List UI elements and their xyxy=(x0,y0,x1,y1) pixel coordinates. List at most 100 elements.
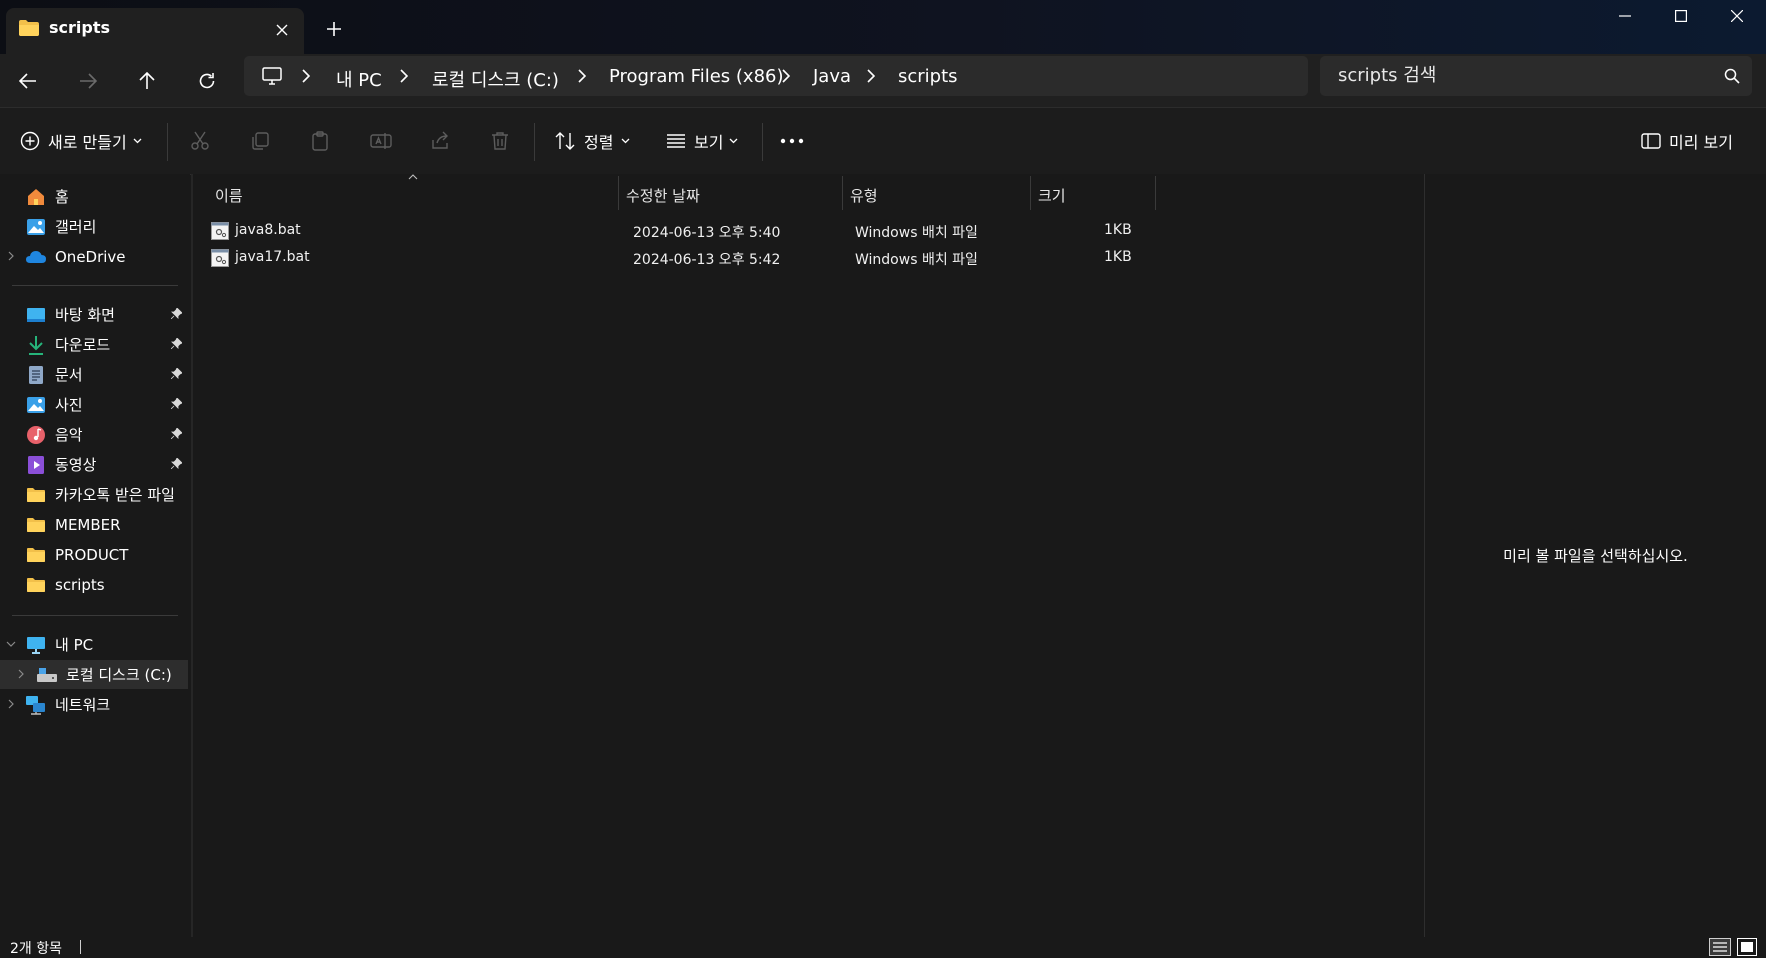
column-resize-handle[interactable] xyxy=(618,176,619,210)
command-bar: 새로 만들기 정렬 보기 미리 보기 xyxy=(0,107,1766,175)
sort-button[interactable]: 정렬 xyxy=(554,108,630,174)
sidebar-item-label: scripts xyxy=(55,575,105,594)
maximize-button[interactable] xyxy=(1652,0,1710,32)
search-box[interactable] xyxy=(1320,56,1752,96)
forward-button[interactable] xyxy=(70,64,106,98)
sidebar-item-scripts-folder[interactable]: scripts xyxy=(6,570,188,599)
sidebar-item-onedrive[interactable]: OneDrive xyxy=(6,242,188,271)
minimize-button[interactable] xyxy=(1596,0,1654,32)
chevron-down-icon[interactable] xyxy=(6,641,16,647)
trash-icon xyxy=(490,131,510,151)
sidebar-item-kakaotalk-folder[interactable]: 카카오톡 받은 파일 xyxy=(6,480,188,509)
cut-button[interactable] xyxy=(190,108,210,174)
preview-message: 미리 볼 파일을 선택하십시오. xyxy=(1503,547,1688,565)
sidebar-item-music[interactable]: 음악 xyxy=(6,420,188,449)
file-list: 이름 수정한 날짜 유형 크기 java8.bat 2024-06-13 오후 … xyxy=(193,174,1424,937)
column-header-modified[interactable]: 수정한 날짜 xyxy=(626,178,836,212)
sidebar-item-label: 동영상 xyxy=(55,456,97,474)
column-header-size[interactable]: 크기 xyxy=(1038,178,1153,212)
column-resize-handle[interactable] xyxy=(1030,176,1031,210)
search-input[interactable] xyxy=(1338,65,1698,86)
sidebar-item-gallery[interactable]: 갤러리 xyxy=(6,212,188,241)
view-button-label: 보기 xyxy=(694,133,724,152)
details-view-button[interactable] xyxy=(1709,938,1731,956)
file-size: 1KB xyxy=(1104,249,1132,265)
address-bar[interactable]: 내 PC 로컬 디스크 (C:) Program Files (x86) Jav… xyxy=(244,56,1308,96)
sidebar-item-videos[interactable]: 동영상 xyxy=(6,450,188,479)
rename-button[interactable] xyxy=(370,108,392,174)
share-button[interactable] xyxy=(430,108,450,174)
chevron-right-icon[interactable] xyxy=(8,699,14,709)
sidebar-item-product-folder[interactable]: PRODUCT xyxy=(6,540,188,569)
close-tab-icon[interactable] xyxy=(269,17,295,43)
column-resize-handle[interactable] xyxy=(842,176,843,210)
search-icon[interactable] xyxy=(1724,68,1740,84)
chevron-down-icon xyxy=(621,138,630,144)
copy-button[interactable] xyxy=(250,108,270,174)
sidebar-item-documents[interactable]: 문서 xyxy=(6,360,188,389)
up-button[interactable] xyxy=(129,64,165,98)
sidebar-item-local-disk[interactable]: 로컬 디스크 (C:) xyxy=(0,660,188,689)
documents-icon xyxy=(25,364,47,386)
column-resize-handle[interactable] xyxy=(1155,176,1156,210)
sidebar-item-desktop[interactable]: 바탕 화면 xyxy=(6,300,188,329)
new-button[interactable]: 새로 만들기 xyxy=(20,108,142,174)
sidebar-item-label: 사진 xyxy=(55,396,83,414)
desktop-icon xyxy=(25,304,47,326)
close-window-button[interactable] xyxy=(1708,0,1766,32)
delete-button[interactable] xyxy=(490,108,510,174)
divider xyxy=(167,123,168,161)
sidebar-item-network[interactable]: 네트워크 xyxy=(6,690,188,719)
computer-icon[interactable] xyxy=(262,66,282,86)
item-count: 2개 항목 xyxy=(10,941,62,957)
chevron-right-icon[interactable] xyxy=(302,69,310,83)
batch-file-icon xyxy=(211,222,229,240)
sidebar-item-this-pc[interactable]: 내 PC xyxy=(6,630,188,659)
navigation-pane: 홈 갤러리 OneDrive 바탕 화면 다운로드 문서 사진 음악 동영상 카… xyxy=(0,174,190,937)
chevron-right-icon[interactable] xyxy=(578,69,586,83)
chevron-right-icon[interactable] xyxy=(867,69,875,83)
file-type: Windows 배치 파일 xyxy=(855,225,978,241)
sidebar-item-home[interactable]: 홈 xyxy=(6,182,188,211)
pictures-icon xyxy=(25,394,47,416)
breadcrumb-local-disk[interactable]: 로컬 디스크 (C:) xyxy=(432,66,559,92)
breadcrumb-java[interactable]: Java xyxy=(813,66,851,87)
chevron-right-icon[interactable] xyxy=(8,251,14,261)
tab-scripts[interactable]: scripts xyxy=(6,8,304,54)
view-button[interactable]: 보기 xyxy=(666,108,738,174)
pin-icon xyxy=(171,338,182,349)
new-tab-button[interactable] xyxy=(320,15,348,43)
sidebar-item-label: 바탕 화면 xyxy=(55,306,115,324)
file-row[interactable]: java8.bat 2024-06-13 오후 5:40 Windows 배치 … xyxy=(211,218,1351,245)
more-options-button[interactable] xyxy=(780,108,804,174)
paste-button[interactable] xyxy=(310,108,330,174)
chevron-right-icon[interactable] xyxy=(400,69,408,83)
column-header-name[interactable]: 이름 xyxy=(215,178,615,212)
divider xyxy=(762,123,763,161)
chevron-right-icon[interactable] xyxy=(782,69,790,83)
music-icon xyxy=(25,424,47,446)
breadcrumb-program-files[interactable]: Program Files (x86) xyxy=(609,66,784,87)
breadcrumb-scripts[interactable]: scripts xyxy=(898,66,958,87)
folder-icon xyxy=(25,544,47,566)
file-size: 1KB xyxy=(1104,222,1132,238)
back-button[interactable] xyxy=(10,64,46,98)
sidebar-item-pictures[interactable]: 사진 xyxy=(6,390,188,419)
sidebar-item-label: 로컬 디스크 (C:) xyxy=(66,666,172,684)
column-header-type[interactable]: 유형 xyxy=(850,178,1030,212)
breadcrumb-this-pc[interactable]: 내 PC xyxy=(336,66,382,92)
add-circle-icon xyxy=(20,131,40,151)
pin-icon xyxy=(171,428,182,439)
refresh-button[interactable] xyxy=(189,64,225,98)
file-row[interactable]: java17.bat 2024-06-13 오후 5:42 Windows 배치… xyxy=(211,245,1351,272)
sidebar-item-member-folder[interactable]: MEMBER xyxy=(6,510,188,539)
sidebar-item-label: 다운로드 xyxy=(55,336,111,354)
chevron-right-icon[interactable] xyxy=(18,669,24,679)
sidebar-item-downloads[interactable]: 다운로드 xyxy=(6,330,188,359)
tiles-view-button[interactable] xyxy=(1737,938,1757,956)
preview-pane-button[interactable]: 미리 보기 xyxy=(1641,108,1733,174)
rename-icon xyxy=(370,131,392,151)
copy-icon xyxy=(250,131,270,151)
column-header-label: 크기 xyxy=(1038,186,1066,205)
pin-icon xyxy=(171,308,182,319)
